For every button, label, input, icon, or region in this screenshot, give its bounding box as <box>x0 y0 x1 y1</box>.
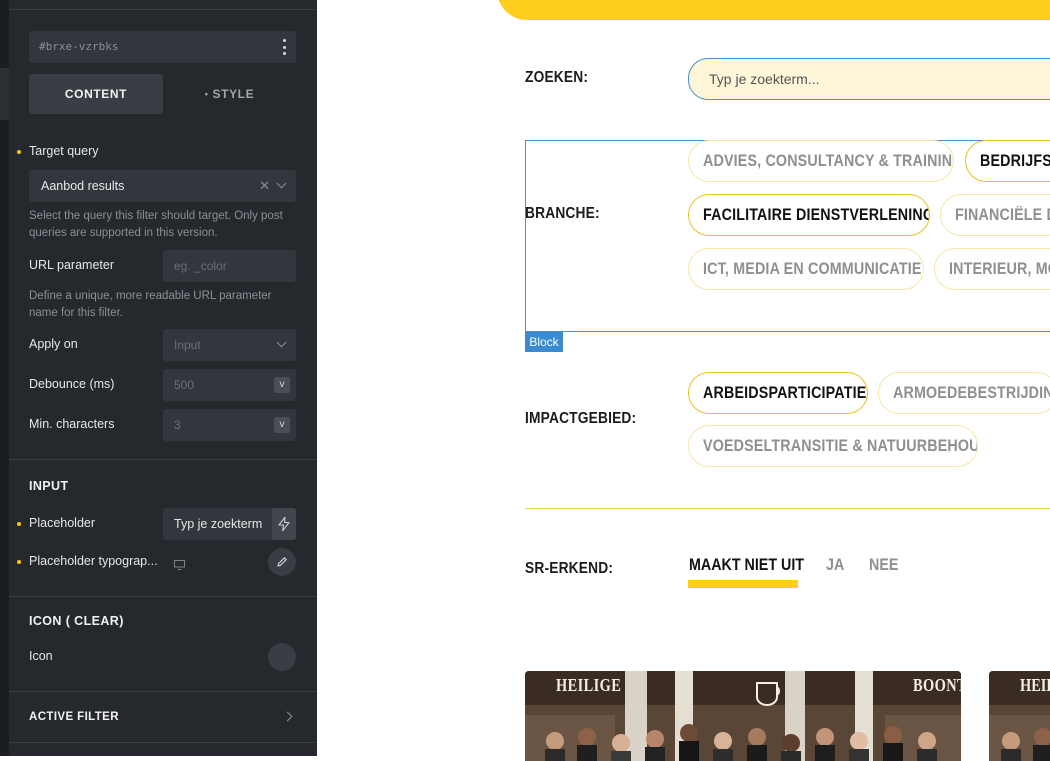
branche-pill[interactable]: ICT, MEDIA EN COMMUNICATIE <box>688 248 924 290</box>
search-placeholder: Typ je zoekterm... <box>709 71 820 87</box>
panel-edge-notch <box>0 68 9 120</box>
modified-dot-icon <box>17 560 21 564</box>
section-divider-line <box>525 508 1050 509</box>
pill-label: VOEDSELTRANSITIE & NATUURBEHOUD <box>703 436 978 455</box>
impact-pill[interactable]: ARBEIDSPARTICIPATIE <box>688 372 868 414</box>
element-id-field[interactable]: #brxe-vzrbks <box>29 31 296 63</box>
branche-pill[interactable]: INTERIEUR, MO <box>934 248 1050 290</box>
apply-on-value: Input <box>174 338 201 352</box>
block-tag[interactable]: Block <box>525 332 563 352</box>
pill-label: BEDRIJFSU <box>980 151 1050 170</box>
branche-pill[interactable]: FINANCIËLE DI <box>940 194 1050 236</box>
min-characters-placeholder: 3 <box>174 418 181 432</box>
impact-pill[interactable]: VOEDSELTRANSITIE & NATUURBEHOUD <box>688 425 978 467</box>
url-parameter-help: Define a unique, more readable URL param… <box>29 290 272 319</box>
url-parameter-label: URL parameter <box>29 258 114 272</box>
pill-label: INTERIEUR, MO <box>949 259 1050 278</box>
clear-icon[interactable]: ✕ <box>259 178 270 194</box>
sr-option-nee[interactable]: NEE <box>869 555 898 575</box>
tab-style-label: STYLE <box>212 87 255 101</box>
dynamic-data-icon[interactable] <box>272 508 296 540</box>
card-image[interactable]: HEILIGE BOONT <box>525 671 961 761</box>
builder-panel: #brxe-vzrbks CONTENT • STYLE Target quer… <box>0 0 317 756</box>
section-divider <box>9 742 317 743</box>
icon-picker-button[interactable] <box>268 643 296 671</box>
impact-pill[interactable]: ARMOEDEBESTRIJDING <box>878 372 1050 414</box>
panel-divider-top <box>9 9 317 10</box>
sr-selected-underline <box>688 580 798 588</box>
desktop-icon <box>174 557 185 575</box>
modified-dot-icon <box>17 150 21 154</box>
pill-label: FACILITAIRE DIENSTVERLENING <box>703 205 930 224</box>
section-divider <box>9 691 317 692</box>
edit-typography-button[interactable] <box>268 548 296 576</box>
debounce-label: Debounce (ms) <box>29 377 115 391</box>
placeholder-input[interactable]: Typ je zoekterm <box>163 508 296 540</box>
panel-edge <box>0 0 9 756</box>
debounce-input[interactable]: 500 v <box>163 369 296 401</box>
icon-section-title[interactable]: ICON ( CLEAR) <box>29 614 124 628</box>
card-sign-left: HEIL <box>1020 675 1050 695</box>
debounce-unit-button[interactable]: v <box>274 377 290 393</box>
header-yellow-shape <box>497 0 1050 20</box>
apply-on-select[interactable]: Input <box>163 329 296 361</box>
chevron-down-icon <box>276 178 287 189</box>
chevron-right-icon[interactable] <box>282 711 293 722</box>
tab-content[interactable]: CONTENT <box>29 74 163 114</box>
target-query-label: Target query <box>29 144 99 158</box>
pill-label: FINANCIËLE DI <box>955 205 1050 224</box>
url-parameter-placeholder: eg. _color <box>174 259 227 273</box>
branche-pill[interactable]: ADVIES, CONSULTANCY & TRAINING <box>688 140 954 182</box>
pill-label: ICT, MEDIA EN COMMUNICATIE <box>703 259 922 278</box>
min-characters-label: Min. characters <box>29 417 115 431</box>
placeholder-value: Typ je zoekterm <box>174 517 263 531</box>
min-characters-unit-button[interactable]: v <box>274 417 290 433</box>
search-input[interactable]: Typ je zoekterm... <box>688 58 1050 100</box>
tab-style[interactable]: • STYLE <box>163 74 296 114</box>
card-sign-left: HEILIGE <box>556 675 622 695</box>
impact-label: IMPACTGEBIED: <box>525 410 637 427</box>
target-query-value: Aanbod results <box>41 179 125 193</box>
chevron-down-icon <box>276 337 287 348</box>
min-characters-input[interactable]: 3 v <box>163 409 296 441</box>
element-id-text: #brxe-vzrbks <box>39 40 119 53</box>
branche-pill[interactable]: BEDRIJFSU <box>965 140 1050 182</box>
panel-tabs: CONTENT • STYLE <box>29 74 296 114</box>
input-section-title[interactable]: INPUT <box>29 479 69 493</box>
sr-option-ja[interactable]: JA <box>826 555 844 575</box>
pill-label: ARMOEDEBESTRIJDING <box>893 383 1050 402</box>
active-filter-title[interactable]: ACTIVE FILTER <box>29 711 119 723</box>
placeholder-label: Placeholder <box>29 516 96 530</box>
sr-erkend-label: SR-ERKEND: <box>525 560 614 577</box>
modified-dot-icon <box>17 522 21 526</box>
target-query-help: Select the query this filter should targ… <box>29 210 283 239</box>
more-options-icon[interactable] <box>282 39 286 55</box>
icon-label: Icon <box>29 649 53 663</box>
card-image[interactable]: HEIL <box>989 671 1050 761</box>
section-divider <box>9 596 317 597</box>
placeholder-typography-label: Placeholder typograp... <box>29 554 158 568</box>
search-label: ZOEKEN: <box>525 69 589 86</box>
section-divider <box>9 459 317 460</box>
target-query-select[interactable]: Aanbod results ✕ <box>29 170 296 202</box>
style-bullet-icon: • <box>204 89 209 99</box>
pill-label: ADVIES, CONSULTANCY & TRAINING <box>703 151 954 170</box>
sr-option-maakt-niet-uit[interactable]: MAAKT NIET UIT <box>689 555 804 575</box>
card-sign-right: BOONT <box>913 675 961 695</box>
debounce-placeholder: 500 <box>174 378 195 392</box>
apply-on-label: Apply on <box>29 337 78 351</box>
pill-label: ARBEIDSPARTICIPATIE <box>703 383 867 402</box>
branche-label: BRANCHE: <box>525 205 600 222</box>
url-parameter-input[interactable]: eg. _color <box>163 250 296 282</box>
branche-pill[interactable]: FACILITAIRE DIENSTVERLENING <box>688 194 930 236</box>
